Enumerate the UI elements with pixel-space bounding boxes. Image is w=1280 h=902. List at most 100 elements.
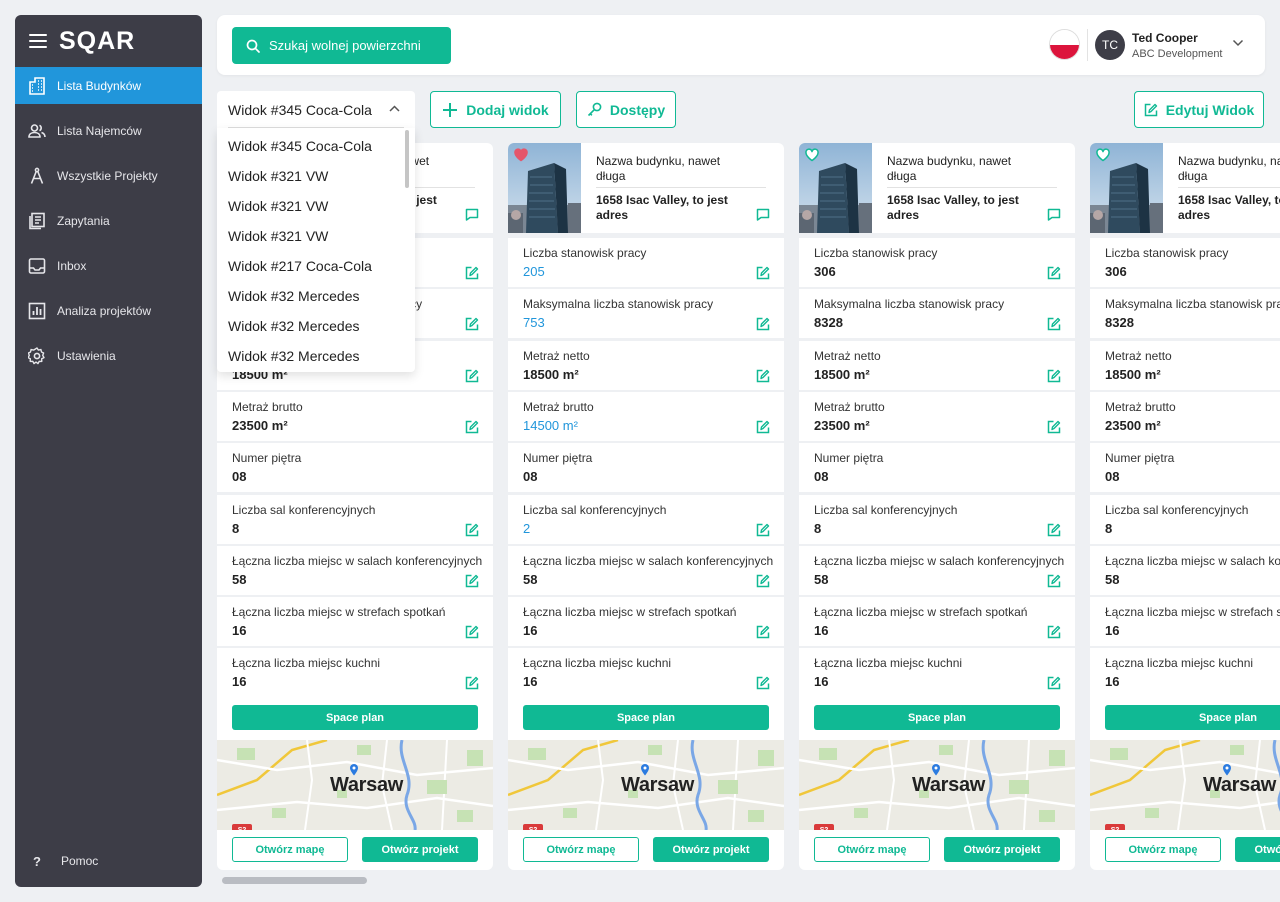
map-preview[interactable]: S2 Warsaw [1090,738,1280,834]
favorite-heart-icon[interactable] [1096,148,1110,162]
sidebar-item-analiza-projektow[interactable]: Analiza projektów [15,292,202,329]
field-row: Łączna liczba miejsc kuchni 16 [1090,648,1280,698]
open-project-button[interactable]: Otwórz projekt [944,837,1060,862]
map-preview[interactable]: S2 Warsaw [217,738,493,834]
dropdown-option[interactable]: Widok #32 Mercedes [217,311,415,341]
space-plan-button[interactable]: Space plan [523,705,769,730]
dropdown-option[interactable]: Widok #345 Coca-Cola [217,131,415,161]
comment-icon[interactable] [465,208,479,221]
open-project-button[interactable]: Otwórz projekt [362,837,478,862]
dropdown-option[interactable]: Widok #32 Mercedes [217,341,415,371]
sidebar-item-inbox[interactable]: Inbox [15,247,202,284]
sidebar-item-lista-budynkow[interactable]: Lista Budynków [15,67,202,104]
field-value: 16 [1105,623,1120,639]
map-preview[interactable]: S2 Warsaw [799,738,1075,834]
field-row: Liczba sal konferencyjnych 8 [1090,494,1280,544]
space-plan-button[interactable]: Space plan [1105,705,1280,730]
field-value: 16 [232,623,247,639]
dropdown-scrollbar[interactable] [405,130,409,188]
sidebar-item-lista-najemcow[interactable]: Lista Najemców [15,112,202,149]
field-label: Łączna liczba miejsc w salach konferency… [1105,553,1280,568]
comment-icon[interactable] [1047,208,1061,221]
field-row: Liczba stanowisk pracy 306 [799,238,1075,287]
edit-icon[interactable] [465,266,479,285]
field-row: Numer piętra 08 [1090,443,1280,493]
edit-icon[interactable] [465,317,479,336]
sidebar-item-label: Ustawienia [57,348,116,363]
edit-icon[interactable] [465,574,479,593]
edit-icon[interactable] [756,676,770,695]
field-label: Numer piętra [523,451,593,466]
chevron-down-icon[interactable] [1232,39,1244,47]
space-plan-button[interactable]: Space plan [232,705,478,730]
edit-icon[interactable] [1047,523,1061,542]
open-map-button[interactable]: Otwórz mapę [814,837,930,862]
favorite-heart-icon[interactable] [805,148,819,162]
field-row: Numer piętra 08 [799,443,1075,493]
building-card: Nazwa budynku, nawet długa 1658 Isac Val… [799,143,1075,870]
edit-icon[interactable] [756,369,770,388]
edit-icon[interactable] [465,676,479,695]
building-address: 1658 Isac Valley, to jest adres [1178,193,1280,222]
avatar[interactable]: TC [1095,30,1125,60]
edit-icon[interactable] [465,420,479,439]
field-row: Łączna liczba miejsc kuchni 16 [508,648,784,698]
dropdown-option[interactable]: Widok #321 VW [217,221,415,251]
sidebar-item-zapytania[interactable]: Zapytania [15,202,202,239]
map-preview[interactable]: S2 Warsaw [508,738,784,834]
field-value: 08 [523,469,538,485]
edit-view-button[interactable]: Edytuj Widok [1134,91,1264,128]
favorite-heart-icon[interactable] [514,148,528,162]
edit-icon[interactable] [1047,574,1061,593]
horizontal-scrollbar[interactable] [222,877,367,884]
edit-icon[interactable] [1047,369,1061,388]
building-name: Nazwa budynku, nawet długa [1178,154,1280,183]
sidebar-item-wszystkie-projekty[interactable]: Wszystkie Projekty [15,157,202,194]
open-project-button[interactable]: Otwórz projekt [653,837,769,862]
search-space-button[interactable]: Szukaj wolnej powierzchni [232,27,451,64]
access-button[interactable]: Dostępy [576,91,676,128]
sidebar-item-label: Analiza projektów [57,303,152,318]
svg-text:S2: S2 [529,827,538,830]
open-project-button[interactable]: Otwórz projekt [1235,837,1280,862]
edit-icon [1144,103,1157,116]
dropdown-option[interactable]: Widok #217 Coca-Cola [217,251,415,281]
dropdown-option[interactable]: Widok #32 Mercedes [217,281,415,311]
comment-icon[interactable] [756,208,770,221]
edit-icon[interactable] [756,625,770,644]
edit-icon[interactable] [465,523,479,542]
edit-icon[interactable] [1047,676,1061,695]
add-view-button[interactable]: Dodaj widok [430,91,561,128]
edit-icon[interactable] [756,317,770,336]
edit-icon[interactable] [465,625,479,644]
edit-icon[interactable] [1047,625,1061,644]
dropdown-option[interactable]: Widok #321 VW [217,191,415,221]
chevron-up-icon [389,105,400,112]
dropdown-option[interactable]: Widok #321 VW [217,161,415,191]
field-value: 23500 m² [814,417,870,433]
edit-icon[interactable] [1047,317,1061,336]
hamburger-menu-icon[interactable] [29,34,47,48]
field-value: 58 [814,571,829,587]
field-label: Liczba sal konferencyjnych [814,502,958,517]
map-city-label: Warsaw [621,774,695,796]
edit-icon[interactable] [1047,266,1061,285]
help-link[interactable]: ? Pomoc [15,849,98,873]
edit-icon[interactable] [1047,420,1061,439]
edit-icon[interactable] [756,574,770,593]
open-map-button[interactable]: Otwórz mapę [232,837,348,862]
open-map-button[interactable]: Otwórz mapę [523,837,639,862]
sidebar-item-ustawienia[interactable]: Ustawienia [15,337,202,374]
field-label: Łączna liczba miejsc w strefach spotkań [232,605,446,620]
field-value: 08 [814,469,829,485]
edit-icon[interactable] [465,369,479,388]
poland-flag-icon[interactable] [1050,30,1079,59]
edit-icon[interactable] [756,266,770,285]
key-icon [587,102,602,117]
space-plan-button[interactable]: Space plan [814,705,1060,730]
edit-icon[interactable] [756,420,770,439]
open-map-button[interactable]: Otwórz mapę [1105,837,1221,862]
view-select[interactable]: Widok #345 Coca-Cola [217,91,415,128]
edit-icon[interactable] [756,523,770,542]
gear-icon [28,346,45,364]
